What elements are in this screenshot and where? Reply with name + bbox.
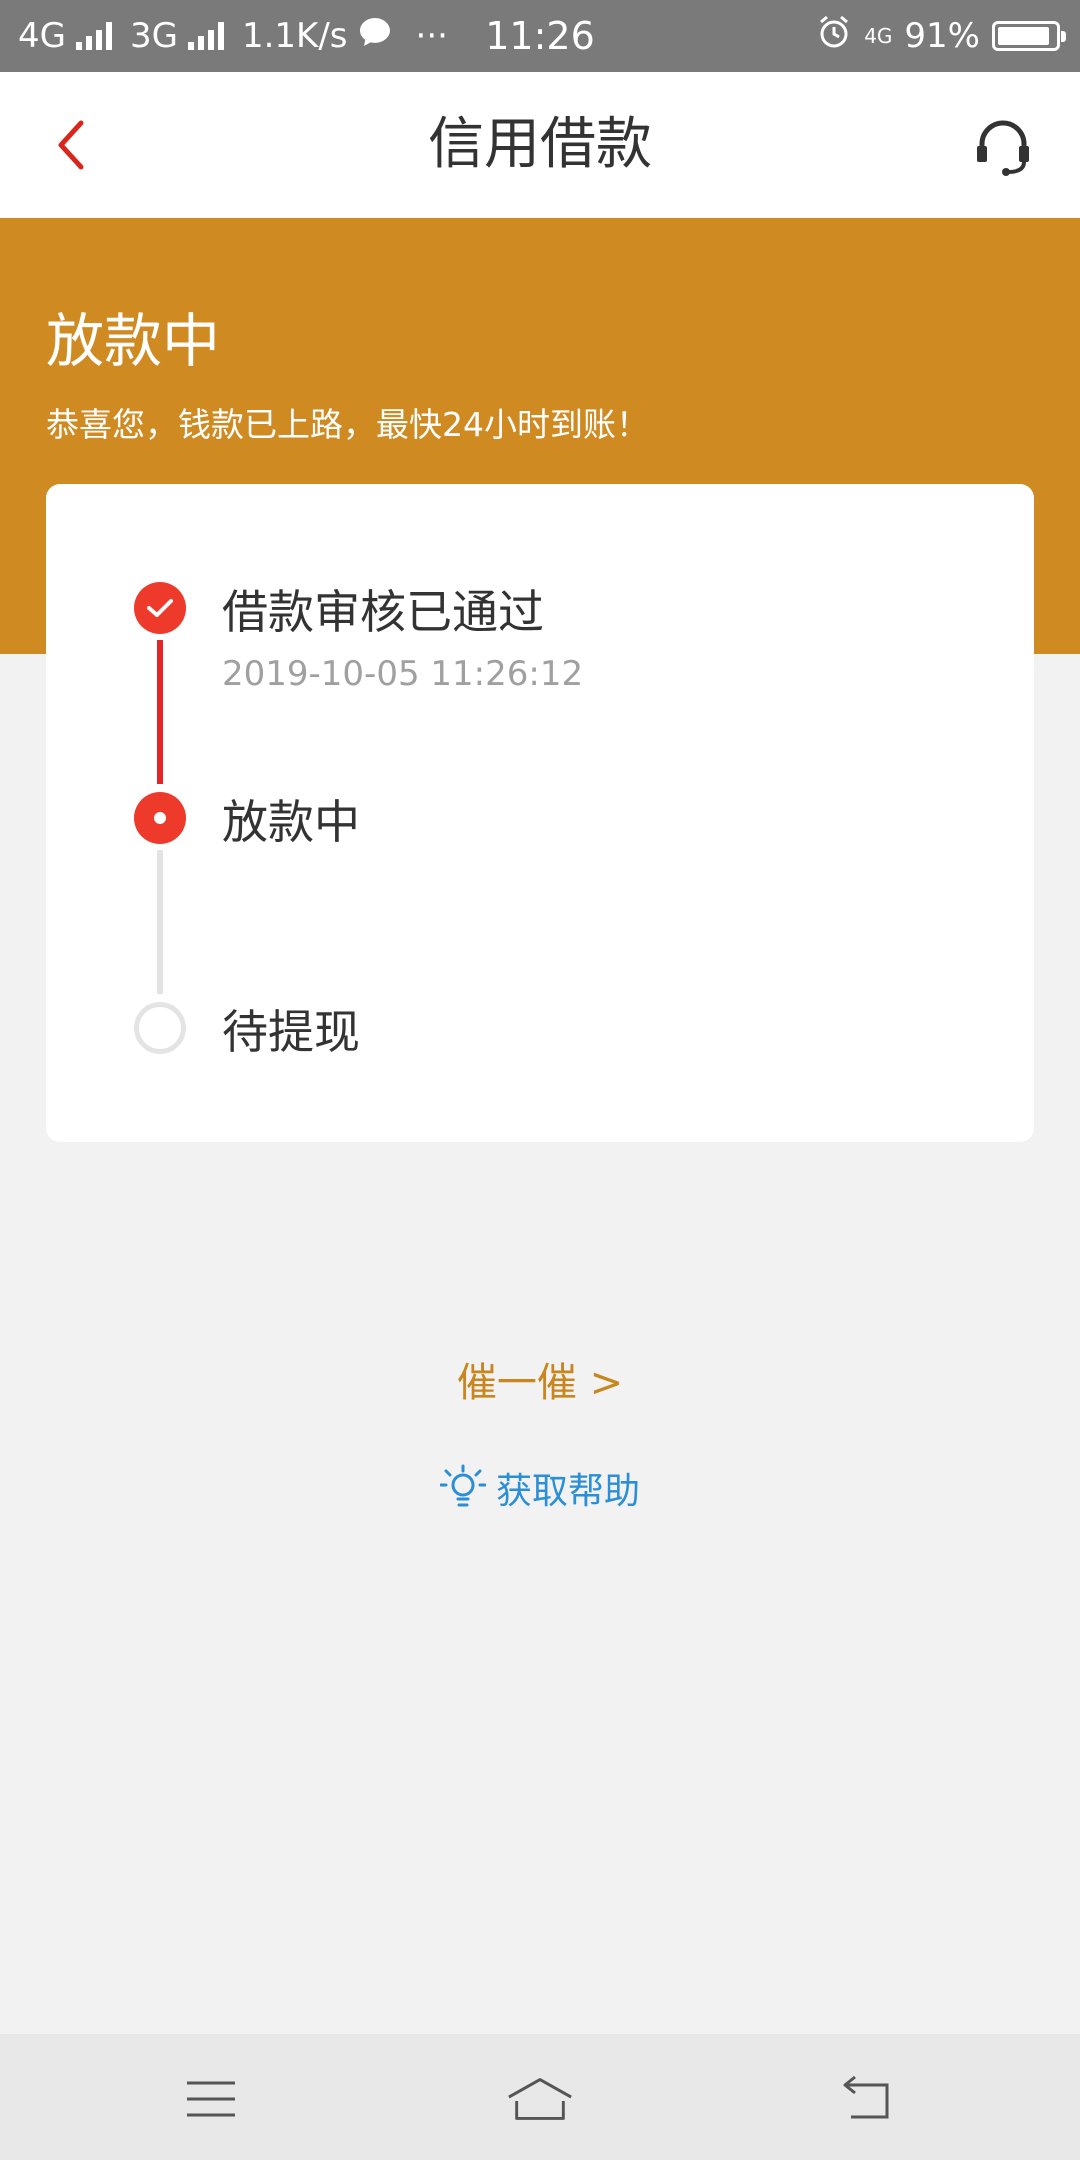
hero-title: 放款中 <box>46 307 221 375</box>
return-icon <box>843 2075 889 2119</box>
network-type-small: 4G <box>864 24 893 48</box>
urge-link[interactable]: 催一催 > <box>0 1350 1080 1408</box>
step-done-check-icon <box>134 582 186 634</box>
hero-subtitle: 恭喜您，钱款已上路，最快24小时到账！ <box>46 405 649 444</box>
battery-icon <box>992 21 1066 51</box>
step-line-pending <box>157 850 163 994</box>
page-title: 信用借款 <box>428 112 652 177</box>
get-help-link[interactable]: 获取帮助 <box>0 1462 1080 1514</box>
step-active-dot-icon <box>134 792 186 844</box>
menu-button[interactable] <box>176 2064 246 2134</box>
progress-card: 借款审核已通过 2019-10-05 11:26:12 放款中 待提现 <box>46 484 1034 1142</box>
menu-icon <box>187 2081 235 2117</box>
step-time: 2019-10-05 11:26:12 <box>222 654 584 694</box>
home-icon <box>508 2078 572 2120</box>
battery-percent: 91% <box>904 16 980 56</box>
home-button[interactable] <box>505 2064 575 2134</box>
headset-icon <box>977 120 1029 176</box>
step-line-done <box>157 640 163 784</box>
status-bar: 4G 3G 1.1K/s ··· 11:26 4G 91% <box>0 0 1080 72</box>
status-right: 4G 91% <box>816 0 1066 72</box>
nav-bar: 信用借款 <box>0 72 1080 218</box>
step-label: 借款审核已通过 <box>222 585 544 639</box>
step-pending-circle-icon <box>134 1002 186 1054</box>
return-button[interactable] <box>832 2064 902 2134</box>
system-nav-bar <box>0 2034 1080 2160</box>
step-label: 放款中 <box>222 795 360 849</box>
lightbulb-icon <box>439 1464 486 1507</box>
step-label: 待提现 <box>222 1005 360 1059</box>
customer-service-button[interactable] <box>966 110 1040 184</box>
help-label: 获取帮助 <box>495 1471 640 1512</box>
alarm-icon <box>816 14 852 59</box>
